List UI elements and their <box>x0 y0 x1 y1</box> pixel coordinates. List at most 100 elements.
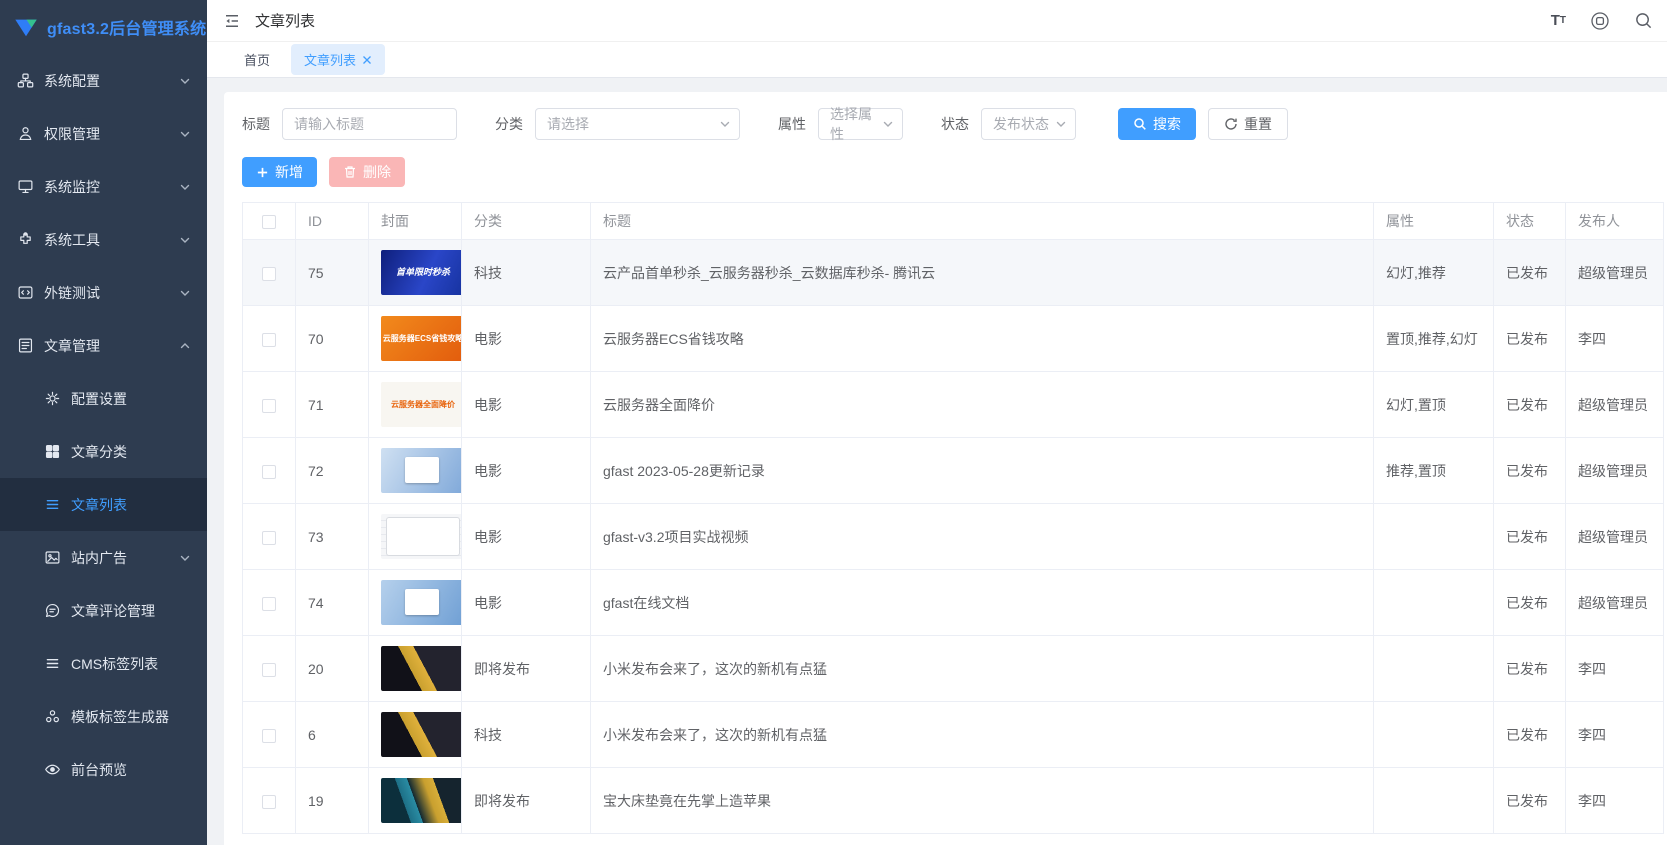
cell-id: 71 <box>295 371 369 438</box>
sidebar-item[interactable]: 前台预览 <box>0 743 207 796</box>
sidebar-item[interactable]: 文章列表 <box>0 478 207 531</box>
row-checkbox[interactable] <box>262 662 276 677</box>
plus-icon <box>256 166 269 179</box>
cell-id: 73 <box>295 503 369 570</box>
cell-status: 已发布 <box>1493 701 1566 768</box>
gear-icon <box>44 390 61 407</box>
sidebar-item-label: 文章列表 <box>71 496 127 513</box>
cover-image-text: 首单限时秒杀 <box>395 266 450 277</box>
cell-publisher: 超级管理员 <box>1565 569 1664 636</box>
cover-image[interactable]: 云服务器ECS省钱攻略 <box>381 316 462 361</box>
fold-menu-icon[interactable] <box>223 12 241 30</box>
cover-image[interactable] <box>381 646 461 691</box>
main-area: 文章列表 TT 首页 文章列表 标题 请输入标题 分类 请选择 属性 选择属性 … <box>207 0 1667 845</box>
sidebar-item-label: 系统工具 <box>44 231 100 248</box>
row-checkbox[interactable] <box>262 596 276 611</box>
cover-image[interactable] <box>381 514 461 559</box>
cell-id: 75 <box>295 239 369 306</box>
cell-id: 72 <box>295 437 369 504</box>
trash-icon <box>343 165 357 179</box>
column-header-title: 标题 <box>590 202 1374 240</box>
reset-button[interactable]: 重置 <box>1208 108 1288 140</box>
filter-bar: 标题 分类 请选择 属性 选择属性 <box>242 106 1667 142</box>
tab-label: 首页 <box>244 53 271 68</box>
tab-home[interactable]: 首页 <box>231 44 283 75</box>
row-checkbox[interactable] <box>262 794 276 809</box>
cover-image[interactable] <box>381 712 461 757</box>
row-checkbox[interactable] <box>262 464 276 479</box>
category-select[interactable]: 请选择 <box>535 108 740 140</box>
action-bar: 新增 删除 <box>242 157 1667 187</box>
row-checkbox[interactable] <box>262 266 276 281</box>
cell-cover: 云服务器全面降价 <box>368 371 462 438</box>
row-checkbox[interactable] <box>262 728 276 743</box>
sidebar-item[interactable]: 权限管理 <box>0 107 207 160</box>
sidebar-item[interactable]: 外链测试 <box>0 266 207 319</box>
list-icon <box>44 496 61 513</box>
cover-image[interactable] <box>381 448 461 493</box>
row-checkbox[interactable] <box>262 530 276 545</box>
search-icon[interactable] <box>1634 11 1653 30</box>
title-input[interactable] <box>282 108 457 140</box>
cover-image[interactable]: 首单限时秒杀 <box>381 250 461 295</box>
sidebar-item-label: 文章管理 <box>44 337 100 354</box>
row-checkbox[interactable] <box>262 332 276 347</box>
article-table: ID 封面 分类 标题 属性 状态 发布人 75 首单限时秒杀 科技 云产品首单… <box>242 202 1664 834</box>
cell-title: gfast在线文档 <box>590 569 1374 636</box>
chevron-down-icon <box>179 287 191 299</box>
sidebar-item[interactable]: 系统监控 <box>0 160 207 213</box>
close-icon[interactable] <box>362 55 372 65</box>
column-header-category: 分类 <box>461 202 591 240</box>
language-icon[interactable] <box>1590 11 1610 31</box>
table-header-row: ID 封面 分类 标题 属性 状态 发布人 <box>242 202 1664 240</box>
cell-publisher: 超级管理员 <box>1565 503 1664 570</box>
chevron-up-icon <box>179 340 191 352</box>
cell-id: 70 <box>295 305 369 372</box>
cell-publisher: 李四 <box>1565 635 1664 702</box>
cover-image[interactable]: 云服务器全面降价 <box>381 382 461 427</box>
sidebar-item[interactable]: 文章分类 <box>0 425 207 478</box>
sidebar-item[interactable]: 配置设置 <box>0 372 207 425</box>
sidebar-item[interactable]: 模板标签生成器 <box>0 690 207 743</box>
column-header-id: ID <box>295 202 369 240</box>
filter-attribute-label: 属性 <box>778 116 806 132</box>
status-select[interactable]: 发布状态 <box>981 108 1076 140</box>
chevron-down-icon <box>719 118 731 130</box>
refresh-icon <box>1224 117 1238 131</box>
sidebar-item[interactable]: 系统工具 <box>0 213 207 266</box>
row-checkbox[interactable] <box>262 398 276 413</box>
cell-attrs: 推荐,置顶 <box>1373 437 1494 504</box>
sidebar-item-label: 外链测试 <box>44 284 100 301</box>
sidebar-item[interactable]: 文章评论管理 <box>0 584 207 637</box>
ad-icon <box>44 549 61 566</box>
app-logo[interactable]: gfast3.2后台管理系统 <box>0 0 207 54</box>
sidebar-item[interactable]: CMS标签列表 <box>0 637 207 690</box>
link-icon <box>17 284 34 301</box>
search-icon <box>1133 117 1147 131</box>
cell-publisher: 超级管理员 <box>1565 239 1664 306</box>
cover-image-text: 云服务器ECS省钱攻略 <box>382 333 462 343</box>
cell-category: 电影 <box>461 437 591 504</box>
grid-icon <box>44 443 61 460</box>
cover-image[interactable] <box>381 580 461 625</box>
attribute-select[interactable]: 选择属性 <box>818 106 903 142</box>
sidebar-item[interactable]: 站内广告 <box>0 531 207 584</box>
cover-image[interactable] <box>381 778 461 823</box>
search-button[interactable]: 搜索 <box>1118 108 1196 140</box>
cell-attrs <box>1373 503 1494 570</box>
eye-icon <box>44 761 61 778</box>
table-row: 74 电影 gfast在线文档 已发布 超级管理员 <box>242 569 1664 636</box>
cell-id: 20 <box>295 635 369 702</box>
sidebar-item[interactable]: 文章管理 <box>0 319 207 372</box>
cell-id: 74 <box>295 569 369 636</box>
select-all-checkbox[interactable] <box>262 215 276 230</box>
filter-status-label: 状态 <box>941 116 969 132</box>
add-button[interactable]: 新增 <box>242 157 317 187</box>
sidebar-item[interactable]: 系统配置 <box>0 54 207 107</box>
chevron-down-icon <box>179 234 191 246</box>
cell-publisher: 李四 <box>1565 767 1664 834</box>
delete-button[interactable]: 删除 <box>329 157 405 187</box>
tab-article-list[interactable]: 文章列表 <box>291 44 386 75</box>
monitor-icon <box>17 178 34 195</box>
select-placeholder: 发布状态 <box>993 116 1049 132</box>
